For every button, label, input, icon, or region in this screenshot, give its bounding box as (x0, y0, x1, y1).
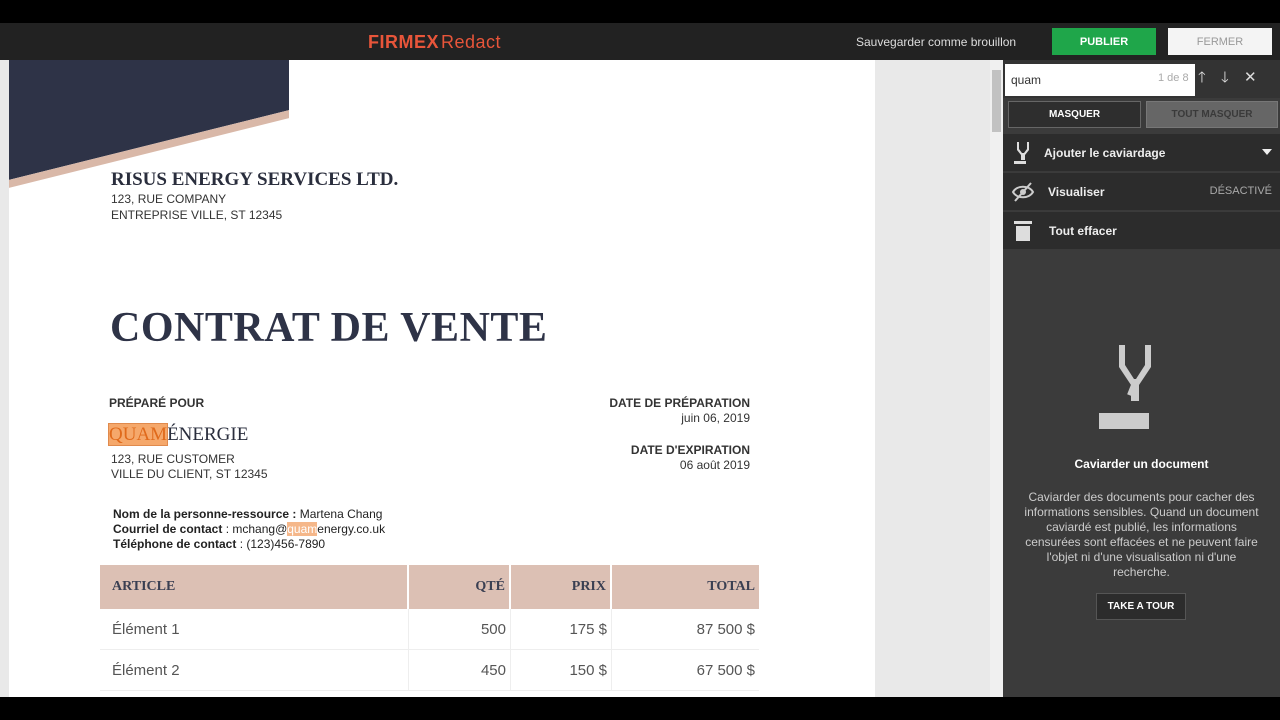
logo-firmex: FIRMEX (368, 32, 440, 52)
search-highlight[interactable]: QUAM (107, 423, 169, 446)
cell-total: 87 500 $ (696, 620, 755, 638)
cell-article: Élément 1 (100, 609, 409, 649)
save-draft-link[interactable]: Sauvegarder comme brouillon (856, 35, 1016, 49)
contact-email: Courriel de contact : mchang@quamenergy.… (113, 522, 385, 536)
client-name: QUAMÉNERGIE (107, 423, 249, 446)
visualize-label: Visualiser (1048, 185, 1105, 199)
redaction-tool-icon (1099, 345, 1151, 429)
add-redaction-item[interactable]: Ajouter le caviardage (1003, 134, 1280, 172)
prep-date: juin 06, 2019 (681, 411, 750, 425)
visualize-item[interactable]: Visualiser DÉSACTIVÉ (1003, 173, 1280, 211)
empty-state-title: Caviarder un document (1074, 457, 1209, 471)
clear-all-label: Tout effacer (1049, 224, 1117, 238)
th-total: TOTAL (707, 579, 755, 594)
publish-button[interactable]: PUBLIER (1052, 28, 1156, 55)
client-address-line1: 123, RUE CUSTOMER (111, 452, 235, 466)
contact-email-pre: : mchang@ (225, 522, 288, 536)
document-title: CONTRAT DE VENTE (110, 305, 548, 351)
redaction-tool-icon (1014, 142, 1029, 164)
chevron-down-icon[interactable] (1262, 149, 1272, 155)
contact-person-label: Nom de la personne-ressource : (113, 507, 297, 521)
th-price: PRIX (511, 565, 612, 609)
exp-date-label: DATE D'EXPIRATION (630, 443, 750, 457)
take-tour-button[interactable]: TAKE A TOUR (1096, 593, 1186, 620)
search-highlight-email[interactable]: quam (287, 522, 318, 536)
redaction-panel: 1 de 8 🡑 🡓 ✕ MASQUER TOUT MASQUER Ajoute… (1003, 60, 1280, 697)
arrow-up-icon[interactable]: 🡑 (1198, 69, 1206, 87)
contact-email-post: energy.co.uk (317, 522, 386, 536)
table-header: ARTICLE QTÉ PRIX TOTAL (100, 565, 759, 609)
clear-all-item[interactable]: Tout effacer (1003, 212, 1280, 250)
table-row: Élément 2 450 150 $ 67 500 $ (100, 650, 759, 691)
visualize-status: DÉSACTIVÉ (1209, 185, 1272, 197)
document-page: RISUS ENERGY SERVICES LTD. 123, RUE COMP… (9, 60, 875, 697)
mask-all-button[interactable]: TOUT MASQUER (1146, 101, 1278, 128)
close-button[interactable]: FERMER (1168, 28, 1272, 55)
empty-state-description: Caviarder des documents pour cacher des … (1024, 490, 1259, 579)
contact-phone-value: : (123)456-7890 (239, 537, 326, 551)
arrow-down-icon[interactable]: 🡓 (1221, 69, 1229, 87)
cell-qty: 450 (409, 650, 511, 690)
search-count: 1 de 8 (1158, 72, 1189, 84)
document-viewer[interactable]: RISUS ENERGY SERVICES LTD. 123, RUE COMP… (0, 60, 1003, 697)
table-row: Élément 1 500 175 $ 87 500 $ (100, 609, 759, 650)
eye-off-icon (1011, 182, 1035, 202)
th-article: ARTICLE (100, 565, 409, 609)
app-frame: FIRMEX Redact Sauvegarder comme brouillon… (0, 0, 1280, 720)
mask-button[interactable]: MASQUER (1008, 101, 1141, 128)
client-name-rest: ÉNERGIE (167, 424, 249, 445)
contact-phone-label: Téléphone de contact (113, 537, 237, 551)
firmex-redact-logo: FIRMEX Redact (368, 32, 501, 53)
top-bar: FIRMEX Redact Sauvegarder comme brouillon… (0, 23, 1280, 60)
contact-person-value: Martena Chang (299, 507, 383, 521)
logo-redact: Redact (441, 32, 502, 52)
close-icon[interactable]: ✕ (1244, 69, 1257, 87)
cell-price: 150 $ (511, 650, 612, 690)
prep-date-label: DATE DE PRÉPARATION (609, 396, 750, 410)
exp-date: 06 août 2019 (679, 458, 750, 472)
prepared-for-label: PRÉPARÉ POUR (109, 396, 205, 410)
contact-person: Nom de la personne-ressource : Martena C… (113, 507, 382, 521)
cell-article: Élément 2 (100, 650, 409, 690)
cell-qty: 500 (409, 609, 511, 649)
client-address-line2: VILLE DU CLIENT, ST 12345 (111, 467, 268, 481)
viewer-scrollbar[interactable] (990, 60, 1003, 697)
trash-icon (1014, 221, 1032, 241)
contact-phone: Téléphone de contact : (123)456-7890 (113, 537, 325, 551)
company-address-line2: ENTREPRISE VILLE, ST 12345 (111, 208, 283, 222)
cell-total: 67 500 $ (696, 661, 755, 679)
contact-email-label: Courriel de contact (113, 522, 223, 536)
company-name: RISUS ENERGY SERVICES LTD. (111, 169, 399, 190)
search-row: 1 de 8 🡑 🡓 ✕ (1003, 60, 1280, 98)
add-redaction-label: Ajouter le caviardage (1044, 146, 1166, 160)
scrollbar-thumb[interactable] (992, 70, 1001, 132)
cell-price: 175 $ (511, 609, 612, 649)
items-table: ARTICLE QTÉ PRIX TOTAL Élément 1 500 175… (100, 565, 759, 691)
company-address-line1: 123, RUE COMPANY (111, 192, 227, 206)
th-qty: QTÉ (409, 565, 511, 609)
